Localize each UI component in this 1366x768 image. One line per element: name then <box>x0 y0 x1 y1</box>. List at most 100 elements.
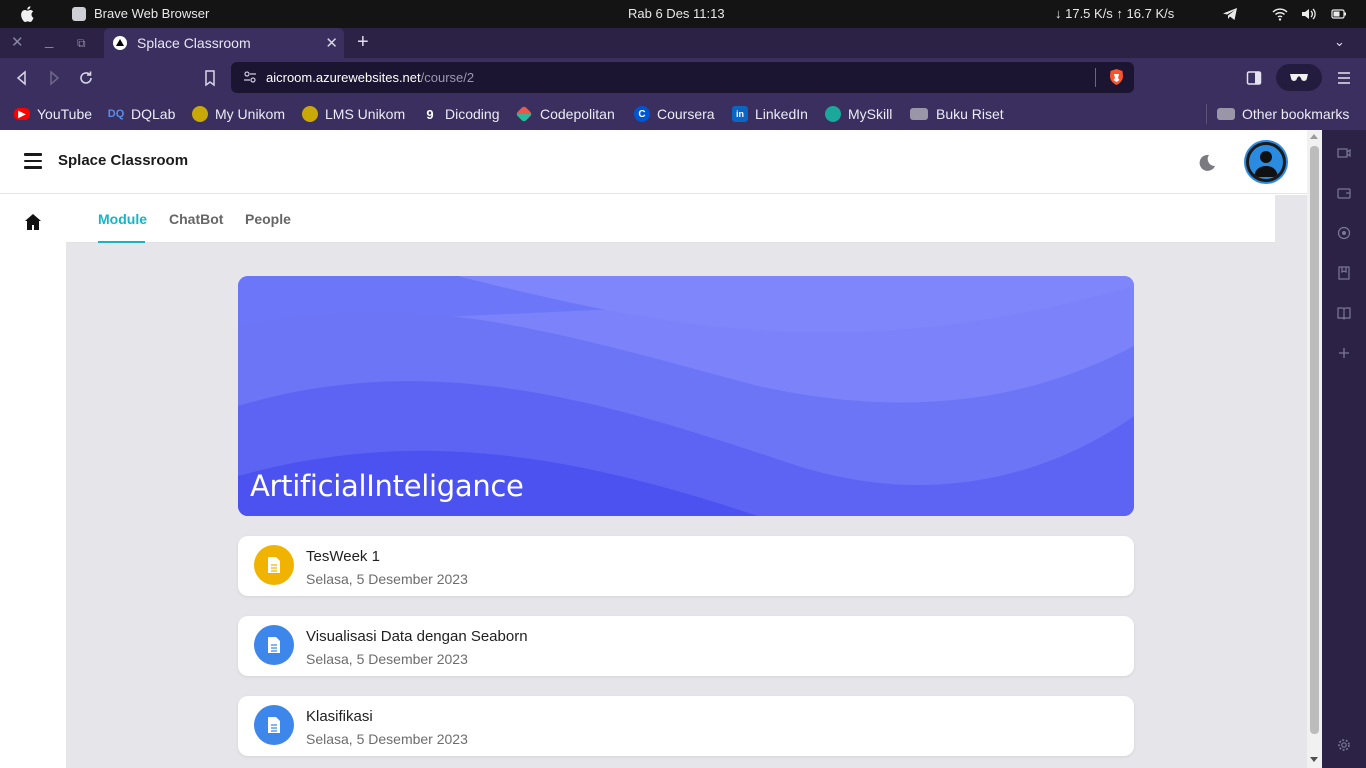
window-close-icon[interactable]: ✕ <box>11 35 24 51</box>
app-header: Splace Classroom <box>0 130 1307 194</box>
browser-toolbar: aicroom.azurewebsites.net/course/2 <box>0 58 1366 98</box>
bookmark-label: My Unikom <box>215 106 286 122</box>
volume-icon[interactable] <box>1300 6 1316 22</box>
home-icon[interactable] <box>24 213 42 231</box>
url-divider <box>1095 68 1096 87</box>
wallet-icon[interactable] <box>1337 186 1351 200</box>
bookmark-label: Buku Riset <box>936 106 1004 122</box>
brave-wallet-button[interactable] <box>1276 64 1322 91</box>
bookmark-dicoding[interactable]: 9 Dicoding <box>422 104 499 124</box>
module-date: Selasa, 5 Desember 2023 <box>306 571 468 587</box>
module-card[interactable]: TesWeek 1 Selasa, 5 Desember 2023 <box>238 536 1134 596</box>
reading-list-icon[interactable] <box>1337 306 1351 320</box>
bookmark-coursera[interactable]: C Coursera <box>634 104 715 124</box>
bookmark-myskill[interactable]: MySkill <box>825 104 892 124</box>
unikom-icon <box>192 106 208 122</box>
dicoding-icon: 9 <box>426 106 434 122</box>
other-bookmarks-label: Other bookmarks <box>1242 106 1350 122</box>
browser-menu-icon[interactable] <box>1335 69 1353 87</box>
add-panel-icon[interactable] <box>1337 346 1351 360</box>
hamburger-menu-icon[interactable] <box>24 153 42 169</box>
bookmark-label: Coursera <box>657 106 715 122</box>
system-clock[interactable]: Rab 6 Des 11:13 <box>628 6 725 21</box>
bookmarks-divider <box>1206 104 1207 124</box>
leo-ai-icon[interactable] <box>1337 226 1351 240</box>
brave-app-icon <box>72 7 86 21</box>
bookmark-label: Codepolitan <box>540 106 615 122</box>
bookmark-linkedin[interactable]: in LinkedIn <box>732 104 808 124</box>
new-tab-button[interactable]: + <box>357 32 369 52</box>
bookmark-buku-riset[interactable]: Buku Riset <box>910 104 1004 124</box>
address-bar[interactable]: aicroom.azurewebsites.net/course/2 <box>231 62 1134 93</box>
apple-logo-icon[interactable] <box>20 5 36 23</box>
tab-chatbot[interactable]: ChatBot <box>169 211 223 227</box>
dark-mode-moon-icon[interactable] <box>1196 153 1216 173</box>
window-maximize-icon[interactable]: ⧉ <box>77 35 86 51</box>
page-scrollbar[interactable] <box>1307 130 1322 768</box>
tab-module[interactable]: Module <box>98 211 147 227</box>
brave-shields-icon[interactable] <box>1109 68 1124 86</box>
back-icon[interactable] <box>13 69 31 87</box>
user-avatar[interactable] <box>1246 142 1286 182</box>
reload-icon[interactable] <box>77 69 95 87</box>
main-content: Module ChatBot People ArtificialInteliga… <box>66 195 1307 768</box>
forward-icon[interactable] <box>45 69 63 87</box>
scroll-up-icon[interactable] <box>1310 134 1318 139</box>
page-viewport: Splace Classroom Module ChatBot People A… <box>0 130 1322 768</box>
scroll-down-icon[interactable] <box>1310 757 1318 762</box>
unikom-icon <box>302 106 318 122</box>
url-text[interactable]: aicroom.azurewebsites.net/course/2 <box>266 70 474 85</box>
tab-close-icon[interactable]: ✕ <box>325 34 338 52</box>
bookmark-icon[interactable] <box>201 69 219 87</box>
bookmark-label: Dicoding <box>445 106 500 122</box>
bookmark-my-unikom[interactable]: My Unikom <box>192 104 285 124</box>
tab-favicon-icon <box>113 36 127 50</box>
tab-people[interactable]: People <box>245 211 291 227</box>
site-info-icon[interactable] <box>243 70 257 84</box>
bookmarks-bar: ▶ YouTube DQ DQLab My Unikom LMS Unikom … <box>0 98 1366 130</box>
myskill-icon <box>825 106 841 122</box>
module-date: Selasa, 5 Desember 2023 <box>306 651 468 667</box>
settings-gear-icon[interactable] <box>1337 738 1351 752</box>
active-tab-indicator <box>98 241 145 243</box>
folder-icon <box>910 108 928 120</box>
bookmark-lms-unikom[interactable]: LMS Unikom <box>302 104 405 124</box>
browser-sidebar <box>1322 130 1366 768</box>
module-card[interactable]: Visualisasi Data dengan Seaborn Selasa, … <box>238 616 1134 676</box>
bookmarks-panel-icon[interactable] <box>1337 266 1351 280</box>
app-title: Splace Classroom <box>58 152 189 169</box>
video-icon[interactable] <box>1337 146 1351 160</box>
side-navigation-rail <box>0 195 66 768</box>
tab-search-chevron-icon[interactable]: ⌄ <box>1334 34 1345 50</box>
system-menu-bar: Brave Web Browser Rab 6 Des 11:13 ↓ 17.5… <box>0 0 1366 28</box>
module-name: TesWeek 1 <box>306 548 380 565</box>
course-tabs: Module ChatBot People <box>66 195 1275 243</box>
coursera-icon: C <box>634 106 650 122</box>
document-icon <box>254 545 294 585</box>
bookmark-label: MySkill <box>848 106 893 122</box>
youtube-icon: ▶ <box>14 108 30 120</box>
module-name: Visualisasi Data dengan Seaborn <box>306 628 528 645</box>
module-card[interactable]: Klasifikasi Selasa, 5 Desember 2023 <box>238 696 1134 756</box>
bookmark-youtube[interactable]: ▶ YouTube <box>14 104 92 124</box>
course-banner: ArtificialInteligance <box>238 276 1134 516</box>
sidebar-toggle-icon[interactable] <box>1245 69 1263 87</box>
scrollbar-thumb[interactable] <box>1310 146 1319 734</box>
window-minimize-icon[interactable]: _ <box>45 33 53 49</box>
other-bookmarks[interactable]: Other bookmarks <box>1217 104 1349 124</box>
bookmark-codepolitan[interactable]: Codepolitan <box>515 104 615 124</box>
codepolitan-icon <box>515 105 533 123</box>
tab-title: Splace Classroom <box>137 35 251 51</box>
bookmark-label: LinkedIn <box>755 106 808 122</box>
bookmark-label: YouTube <box>37 106 93 122</box>
dqlab-icon: DQ <box>107 108 125 120</box>
wifi-icon[interactable] <box>1272 6 1288 22</box>
course-title: ArtificialInteligance <box>250 469 524 503</box>
battery-icon[interactable] <box>1331 6 1347 22</box>
browser-tab-active[interactable]: Splace Classroom ✕ <box>104 28 344 58</box>
document-icon <box>254 625 294 665</box>
bookmark-dqlab[interactable]: DQ DQLab <box>107 104 176 124</box>
active-app-name[interactable]: Brave Web Browser <box>94 6 209 21</box>
telegram-icon[interactable] <box>1222 6 1238 22</box>
linkedin-icon: in <box>732 106 748 122</box>
